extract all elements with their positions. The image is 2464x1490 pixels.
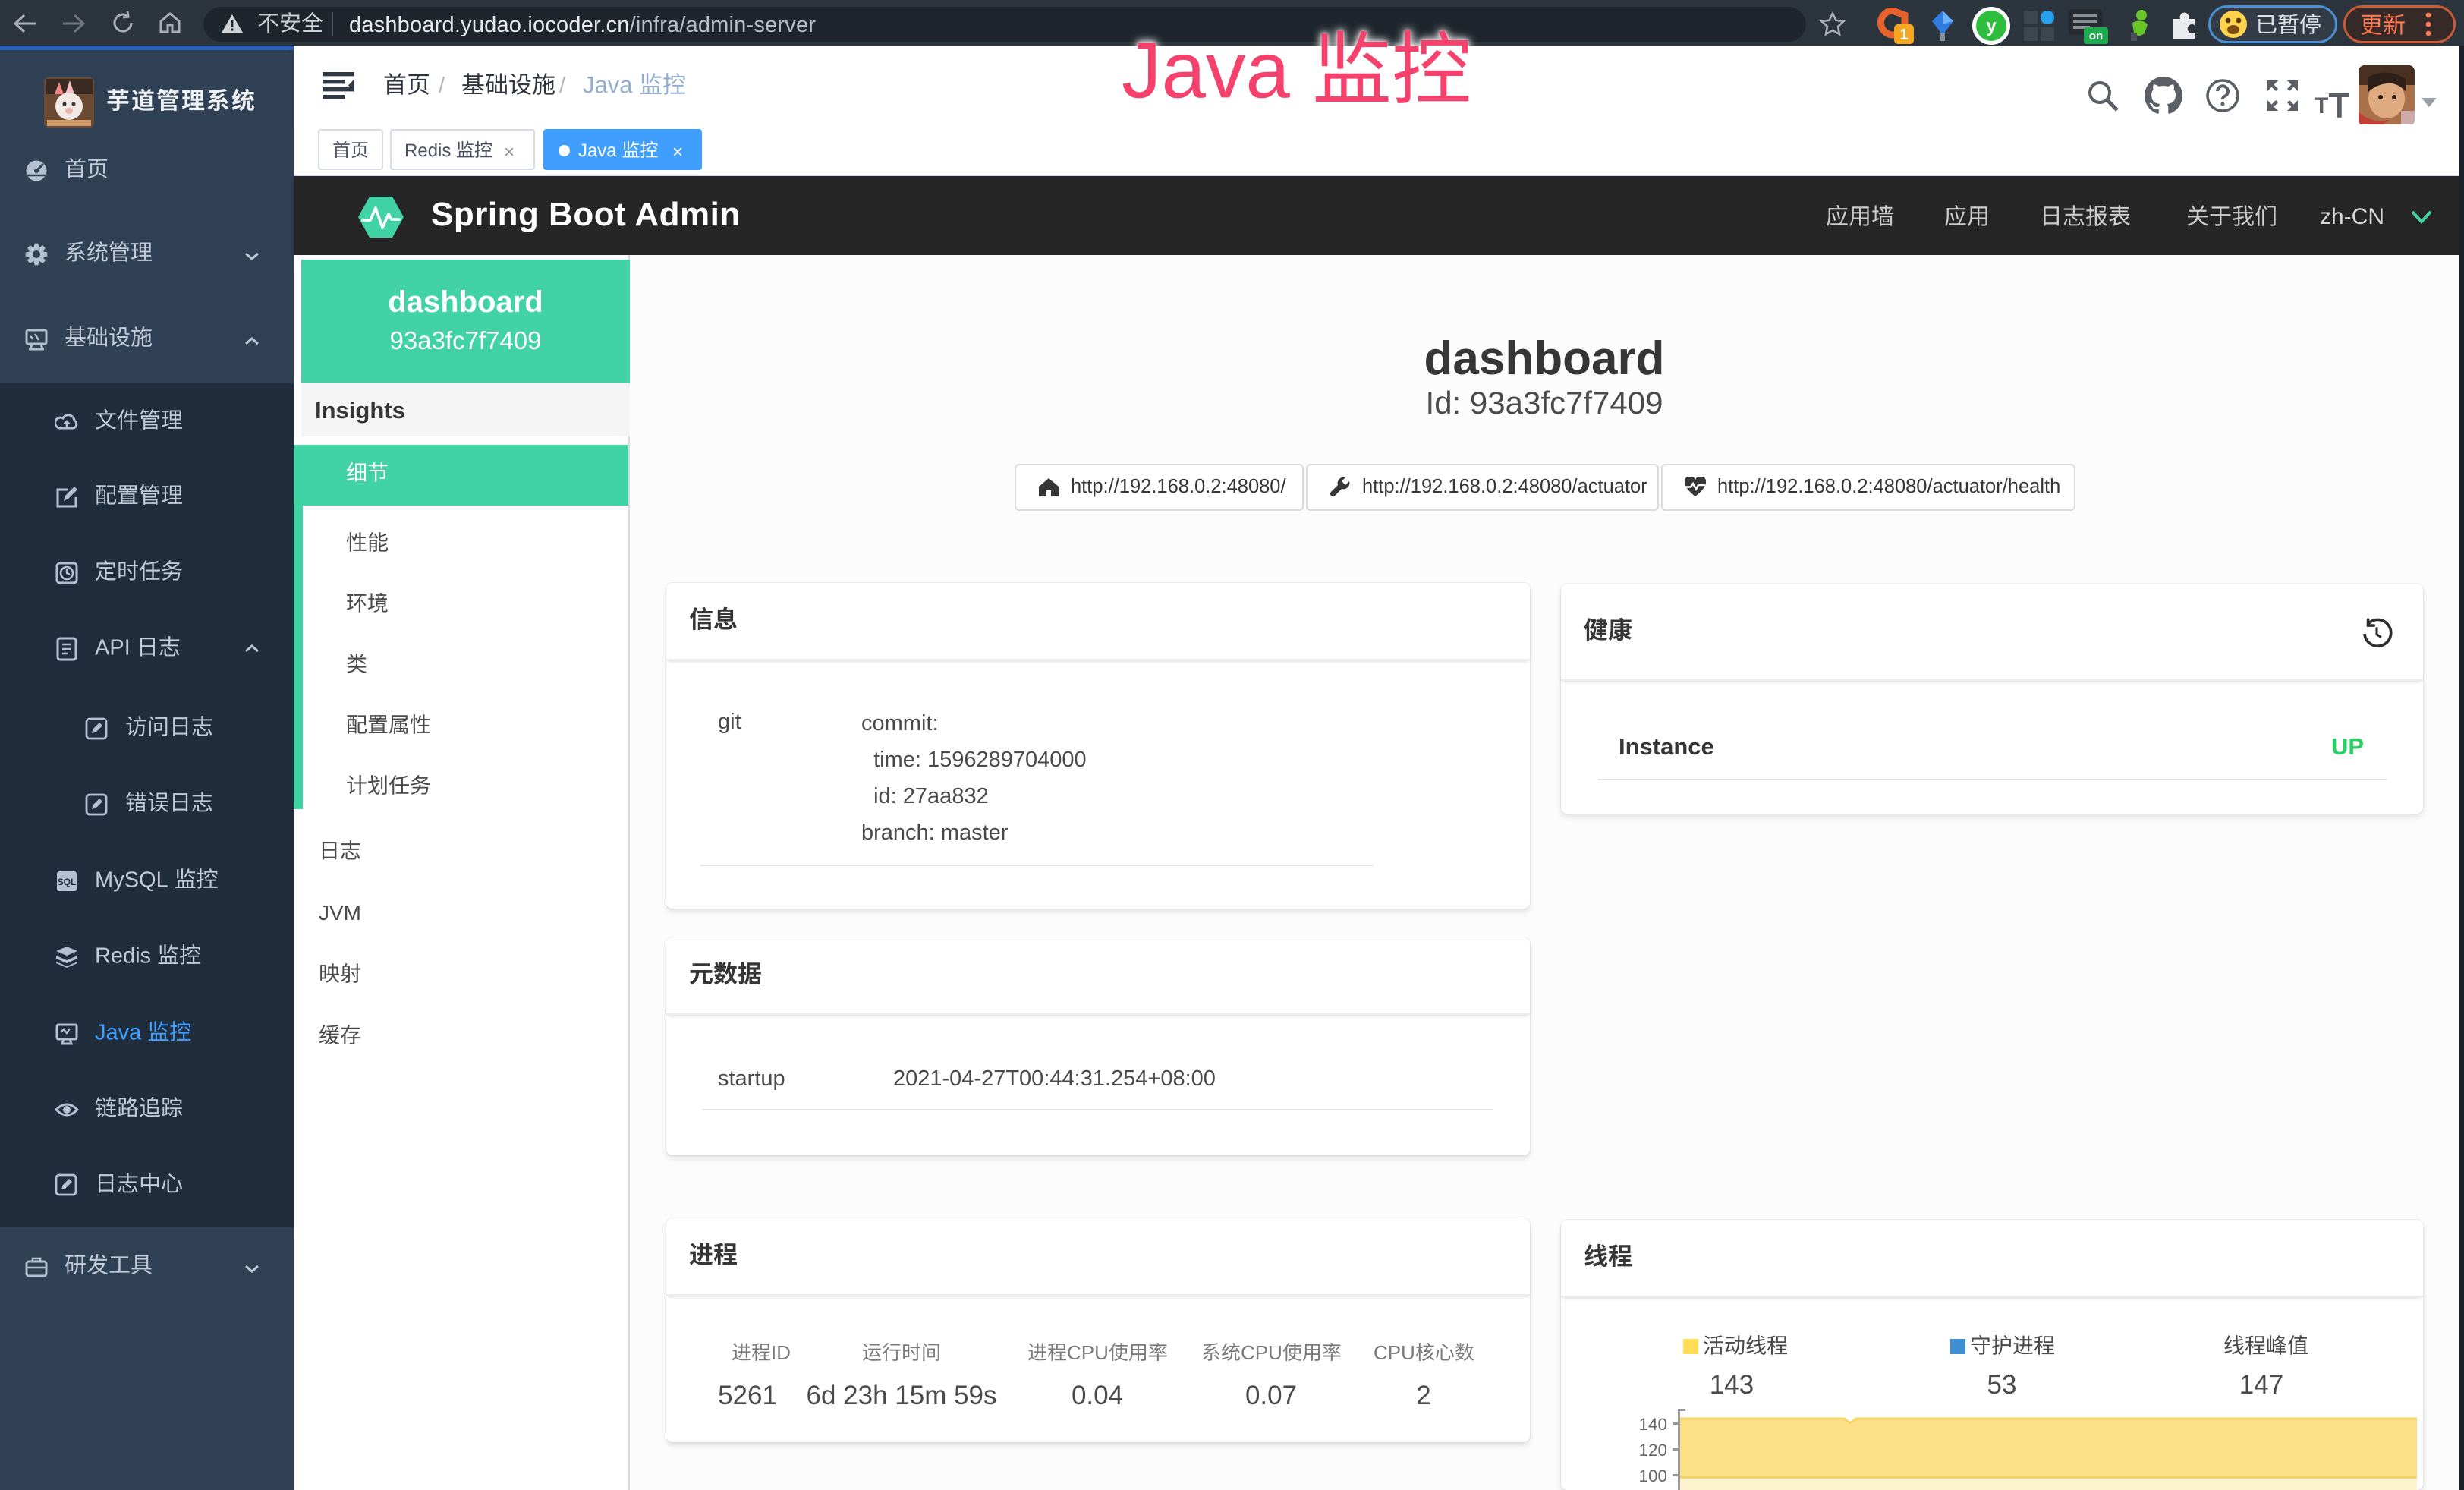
svg-text:y: y: [1986, 16, 1997, 36]
svg-text:SQL: SQL: [58, 877, 77, 887]
svg-text:on: on: [2089, 30, 2103, 43]
svg-text:1: 1: [1899, 27, 1908, 43]
